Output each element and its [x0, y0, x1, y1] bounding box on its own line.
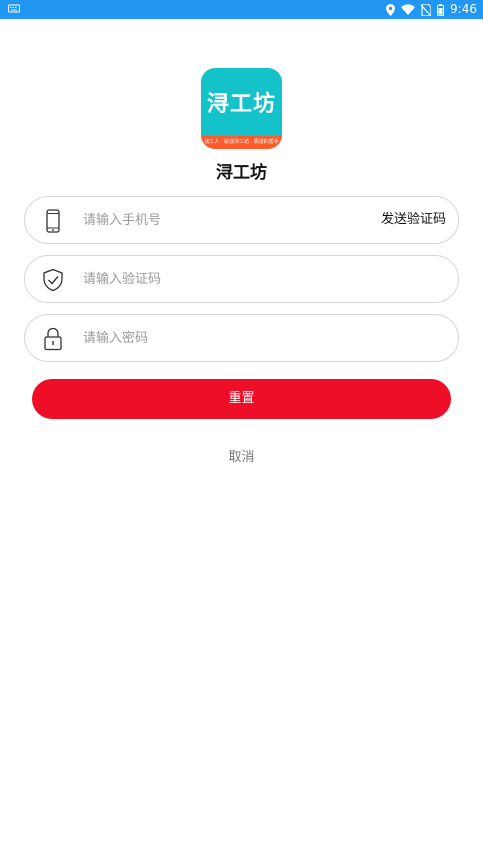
verification-code-field[interactable] — [24, 255, 459, 303]
lock-icon — [44, 327, 62, 351]
logo-tagline: 找工人 · 就找浔工坊 · 靠谱的帮手 — [201, 136, 282, 149]
wifi-icon — [401, 4, 416, 15]
status-bar: 9:46 — [0, 0, 483, 19]
phone-icon — [46, 209, 60, 233]
password-field[interactable] — [24, 314, 459, 362]
app-logo: 浔工坊 找工人 · 就找浔工坊 · 靠谱的帮手 — [201, 68, 282, 149]
phone-input[interactable] — [81, 197, 361, 243]
shield-check-icon — [43, 268, 63, 292]
battery-icon — [437, 3, 445, 16]
location-icon — [386, 3, 396, 16]
password-input[interactable] — [81, 315, 361, 361]
verification-code-input[interactable] — [81, 256, 361, 302]
status-time: 9:46 — [450, 2, 477, 16]
logo-text: 浔工坊 — [206, 92, 276, 117]
cancel-button[interactable]: 取消 — [0, 446, 483, 465]
reset-button[interactable]: 重置 — [32, 379, 451, 419]
phone-field[interactable]: 发送验证码 — [24, 196, 459, 244]
send-code-button[interactable]: 发送验证码 — [381, 197, 446, 243]
status-icons: 9:46 — [386, 0, 477, 19]
no-sim-icon — [421, 3, 432, 16]
keyboard-icon — [8, 4, 20, 13]
app-name: 浔工坊 — [216, 163, 267, 183]
